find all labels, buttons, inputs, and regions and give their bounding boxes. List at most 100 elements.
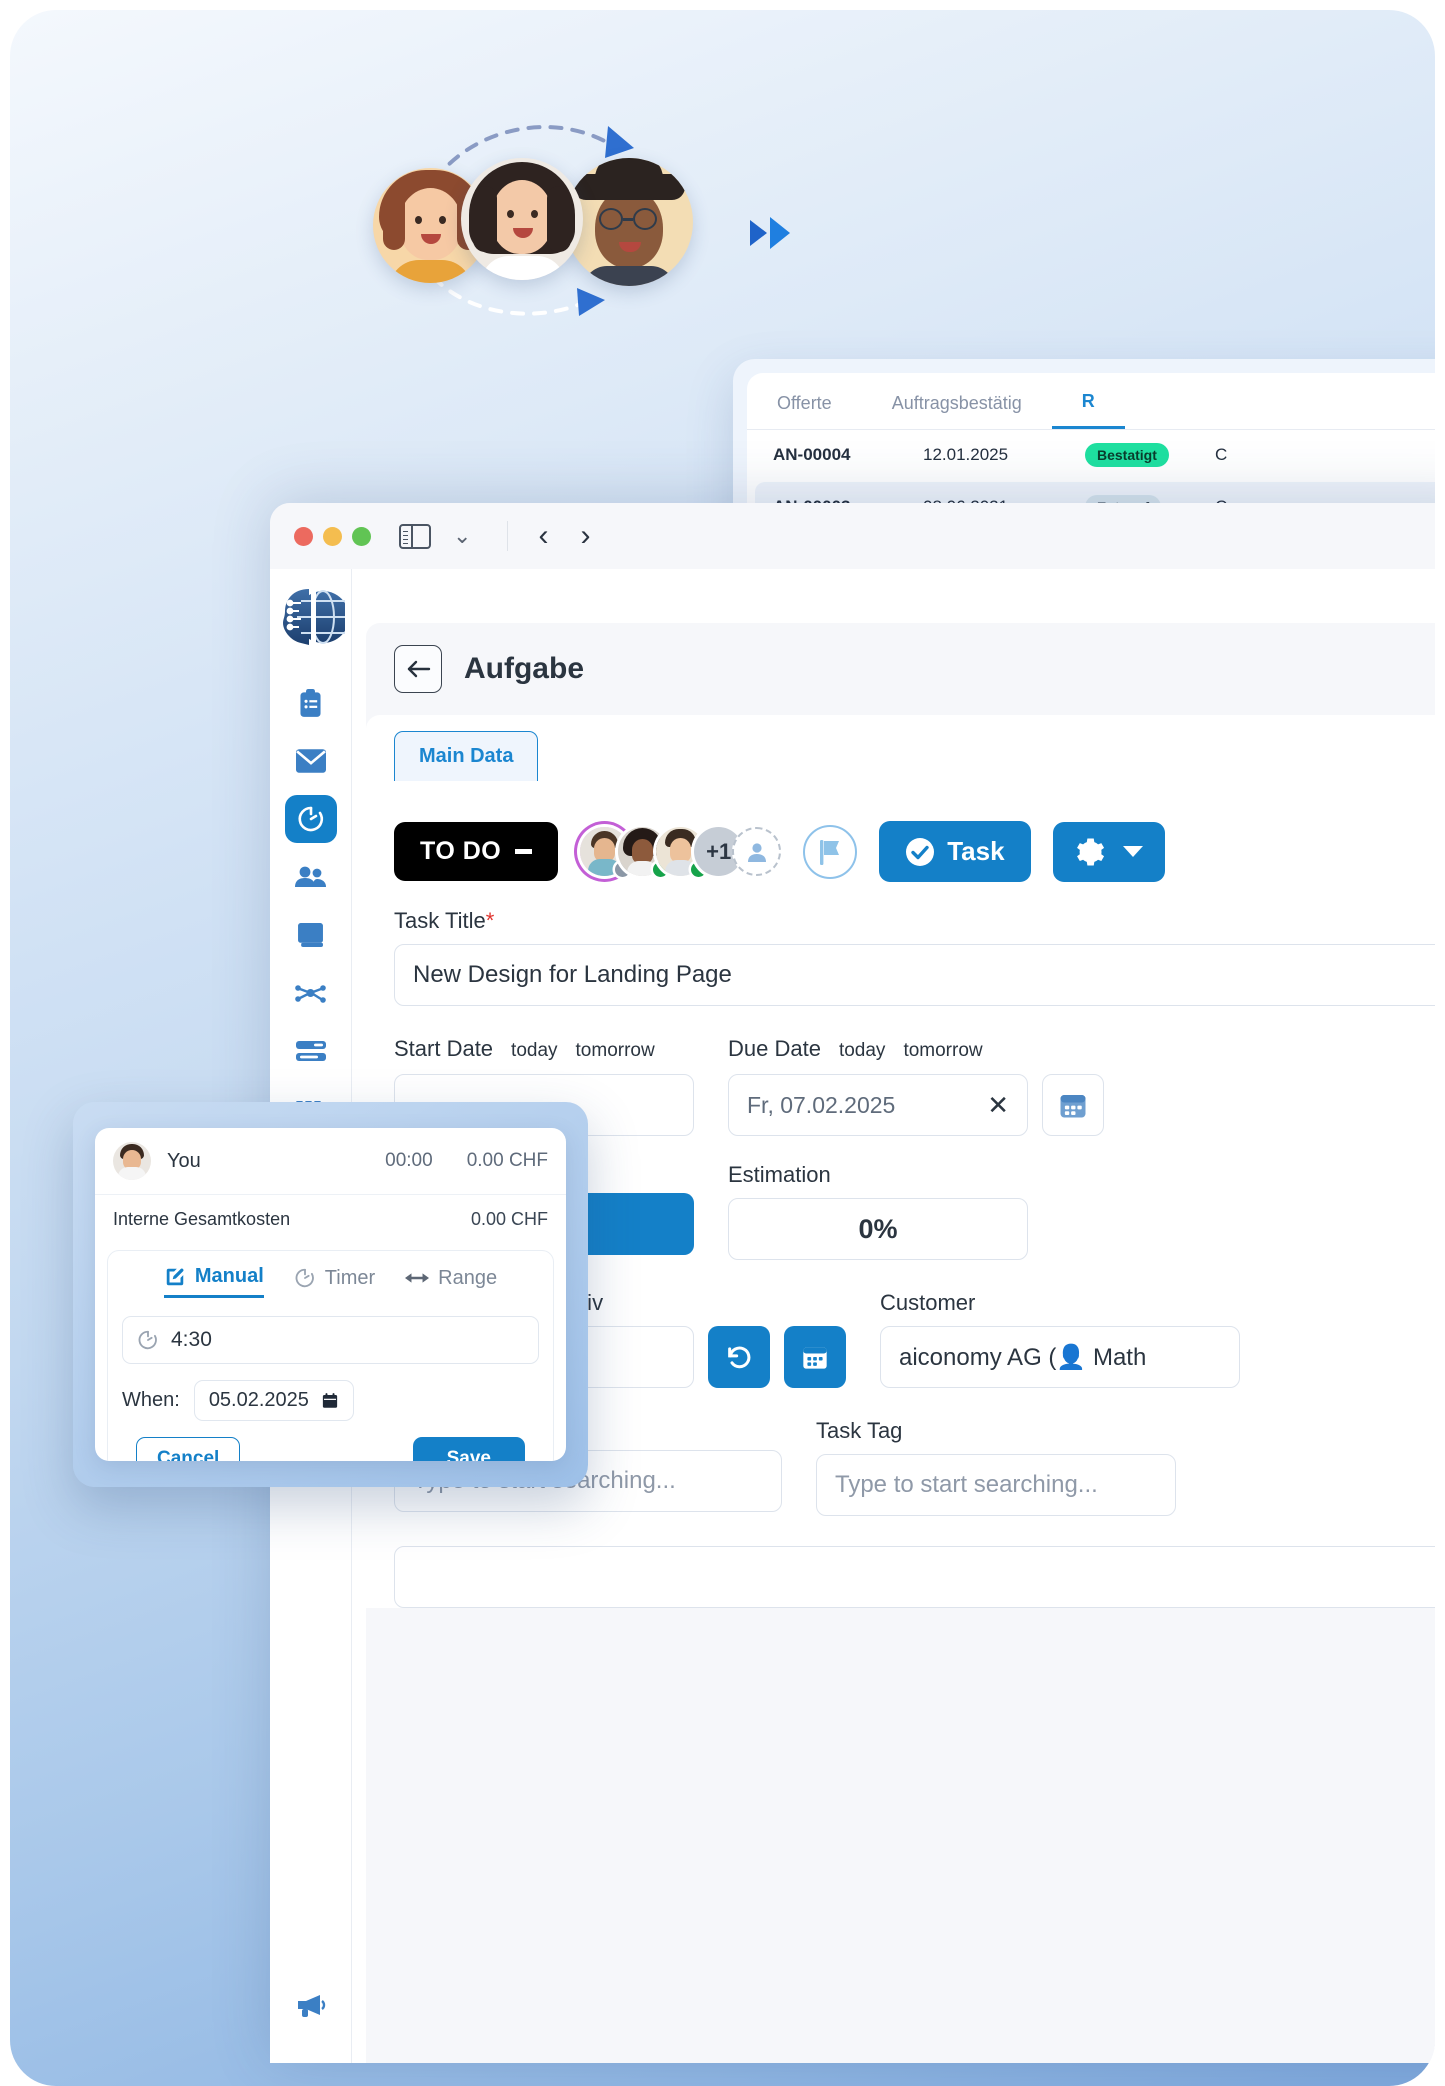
internal-costs-row: Interne Gesamtkosten 0.00 CHF [95, 1195, 566, 1244]
calendar-icon [322, 1392, 338, 1408]
status-button[interactable]: TO DO [394, 822, 559, 881]
time-entry-actions: Cancel Save [122, 1421, 539, 1461]
close-button[interactable] [294, 526, 313, 546]
start-date-label: Start Date [394, 1036, 494, 1061]
minus-icon [515, 849, 533, 854]
task-title-label: Task Title* [394, 908, 1435, 934]
when-row: When: 05.02.2025 [122, 1380, 539, 1421]
due-date-today[interactable]: today [839, 1040, 885, 1062]
customer-label: Customer [880, 1290, 976, 1315]
settings-dropdown-button[interactable] [1052, 821, 1165, 882]
estimation-input[interactable]: 0% [728, 1198, 1028, 1260]
order-status-cell: Bestatigt [1085, 442, 1215, 467]
brain-globe-logo[interactable] [277, 583, 349, 651]
back-button[interactable] [394, 645, 442, 693]
sidebar-toggle-icon[interactable] [399, 523, 431, 549]
task-tag-label: Task Tag [816, 1418, 903, 1443]
window-controls[interactable] [294, 526, 371, 546]
tab-range-label: Range [438, 1266, 498, 1289]
internal-costs-value: 0.00 CHF [470, 1209, 548, 1229]
orders-tab-offerte[interactable]: Offerte [747, 385, 862, 428]
check-circle-icon [906, 837, 935, 866]
tab-manual[interactable]: Manual [163, 1265, 264, 1298]
cancel-button[interactable]: Cancel [136, 1437, 241, 1461]
due-date-input[interactable]: Fr, 07.02.2025 ✕ [728, 1074, 1028, 1136]
tab-timer-label: Timer [324, 1266, 376, 1289]
when-date-value: 05.02.2025 [208, 1389, 309, 1411]
orders-tab-rechnung[interactable]: R [1051, 383, 1125, 429]
tab-range[interactable]: Range [405, 1265, 497, 1298]
fast-forward-icon [750, 217, 790, 249]
minimize-button[interactable] [323, 526, 342, 546]
due-date-group: Due Date today tomorrow Fr, 07.02.2025 ✕ [728, 1036, 1104, 1136]
sidebar-item-clipboard[interactable] [285, 679, 337, 727]
sidebar-item-book[interactable] [285, 911, 337, 959]
page-title: Aufgabe [464, 652, 584, 685]
gear-icon [1076, 838, 1104, 865]
tab-timer[interactable]: Timer [294, 1265, 375, 1298]
tab-manual-label: Manual [194, 1265, 264, 1287]
internal-costs-label: Interne Gesamtkosten [113, 1209, 291, 1229]
save-button[interactable]: Save [412, 1437, 525, 1461]
sidebar-item-mail[interactable] [285, 737, 337, 785]
time-tracking-popup: You 00:00 0.00 CHF Interne Gesamtkosten … [95, 1128, 566, 1461]
tab-main-data[interactable]: Main Data [394, 731, 539, 781]
undo-icon[interactable] [708, 1326, 770, 1388]
chevron-down-icon[interactable]: ⌄ [453, 523, 471, 549]
page-backdrop: Offerte Auftragsbestätig R AN-00004 12.0… [10, 10, 1435, 2086]
orders-tabs: Offerte Auftragsbestätig R [747, 373, 1435, 430]
time-entry-mode-tabs: Manual Timer Range [122, 1265, 539, 1298]
when-date-input[interactable]: 05.02.2025 [193, 1380, 354, 1421]
table-row[interactable]: AN-00004 12.01.2025 Bestatigt C [747, 430, 1435, 479]
duration-input[interactable]: 4:30 [122, 1316, 539, 1364]
hero-avatar-3 [565, 158, 693, 286]
order-tail: C [1215, 444, 1228, 464]
customer-input[interactable]: aiconomy AG (👤 Math [880, 1326, 1240, 1388]
timer-icon [138, 1330, 157, 1350]
browser-chrome: ⌄ ‹ › [270, 503, 1435, 569]
orders-tab-auftragsbestaetigung[interactable]: Auftragsbestätig [862, 385, 1052, 428]
task-tabs: Main Data [366, 715, 1435, 781]
forward-navigation-icon[interactable]: › [564, 519, 606, 553]
customer-group: Customer aiconomy AG (👤 Math [880, 1290, 1240, 1388]
zoom-button[interactable] [352, 526, 371, 546]
time-entry-editor: Manual Timer Range 4:30 When: 05.02.2025… [107, 1250, 554, 1461]
sidebar-item-megaphone[interactable] [285, 1981, 337, 2029]
description-input[interactable] [394, 1546, 1435, 1608]
back-navigation-icon[interactable]: ‹ [522, 519, 564, 553]
due-date-value: Fr, 07.02.2025 [747, 1091, 896, 1118]
task-title-input[interactable]: New Design for Landing Page [394, 944, 1435, 1006]
time-tracking-popup-wrapper: You 00:00 0.00 CHF Interne Gesamtkosten … [73, 1102, 588, 1487]
hero-illustration [365, 120, 805, 330]
task-tag-group: Task Tag Type to start searching... [816, 1418, 1176, 1516]
time-entry-amount: 0.00 CHF [466, 1150, 548, 1171]
sidebar-item-people[interactable] [285, 853, 337, 901]
start-date-tomorrow[interactable]: tomorrow [576, 1040, 655, 1062]
calendar-icon[interactable] [1042, 1074, 1104, 1136]
order-id: AN-00004 [773, 444, 851, 464]
when-label: When: [122, 1389, 180, 1411]
close-icon[interactable]: ✕ [987, 1090, 1009, 1121]
sidebar-item-list[interactable] [285, 1027, 337, 1075]
required-marker: * [485, 908, 495, 933]
timer-icon [295, 1268, 314, 1288]
task-title-label-text: Task Title [394, 908, 486, 933]
arrows-horizontal-icon [405, 1273, 430, 1283]
order-date: 12.01.2025 [923, 444, 1009, 464]
calendar-icon[interactable] [784, 1326, 846, 1388]
add-assignee-button[interactable] [732, 827, 782, 876]
time-entry-duration: 00:00 [385, 1150, 433, 1171]
time-entry-header: You 00:00 0.00 CHF [95, 1128, 566, 1195]
chevron-down-icon [1122, 846, 1143, 857]
task-button[interactable]: Task [879, 821, 1031, 882]
time-entry-user: You [167, 1149, 201, 1172]
flag-button[interactable] [803, 824, 858, 879]
avatar [113, 1142, 151, 1180]
start-date-today[interactable]: today [511, 1040, 557, 1062]
sidebar-item-network[interactable] [285, 969, 337, 1017]
due-date-tomorrow[interactable]: tomorrow [903, 1040, 982, 1062]
task-tag-input[interactable]: Type to start searching... [816, 1454, 1176, 1516]
assignee-avatars[interactable]: +1 [580, 827, 782, 877]
status-badge: Bestatigt [1085, 442, 1169, 467]
sidebar-item-timer[interactable] [284, 795, 337, 843]
